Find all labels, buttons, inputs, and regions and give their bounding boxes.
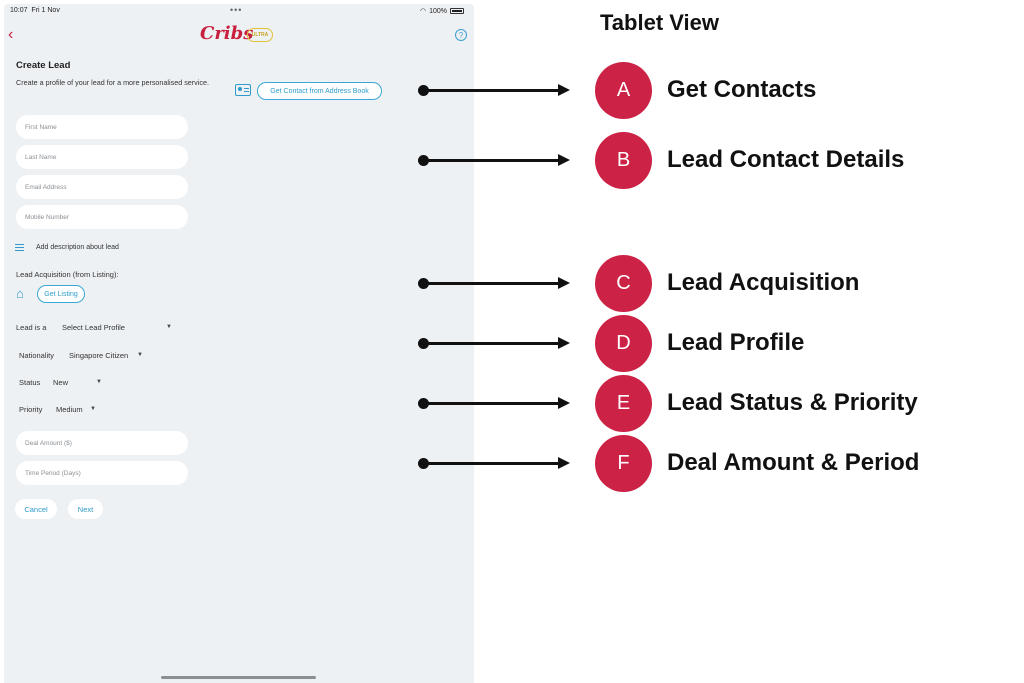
arrow-right-icon	[558, 397, 570, 409]
arrow-line	[424, 159, 560, 162]
page-title: Create Lead	[16, 60, 71, 71]
annotation-label: Lead Contact Details	[667, 146, 905, 173]
deal-amount-input[interactable]: Deal Amount ($)	[16, 431, 188, 455]
annotation-letter-circle: D	[595, 315, 652, 372]
battery-icon	[450, 8, 464, 14]
arrow-line	[424, 282, 560, 285]
lead-acquisition-label: Lead Acquisition (from Listing):	[16, 270, 119, 279]
annotation-b: B Lead Contact Details	[418, 132, 978, 189]
first-name-input[interactable]: First Name	[16, 115, 188, 139]
battery-percent: 100%	[429, 7, 447, 15]
arrow-right-icon	[558, 84, 570, 96]
arrow-line	[424, 342, 560, 345]
status-bar: 10:07 Fri 1 Nov ••• ◠ 100%	[4, 4, 474, 18]
description-lines-icon[interactable]	[15, 244, 24, 252]
multitask-dots-icon[interactable]: •••	[230, 5, 242, 15]
annotation-a: A Get Contacts	[418, 62, 978, 119]
mobile-input[interactable]: Mobile Number	[16, 205, 188, 229]
chevron-down-icon[interactable]: ▼	[166, 324, 172, 330]
annotation-c: C Lead Acquisition	[418, 255, 978, 312]
annotation-letter-circle: E	[595, 375, 652, 432]
address-book-icon[interactable]	[235, 84, 251, 96]
status-right: ◠ 100%	[420, 7, 464, 15]
nationality-select[interactable]: Singapore Citizen	[69, 351, 128, 360]
app-logo: Cribs	[200, 23, 254, 44]
annotation-label: Get Contacts	[667, 76, 817, 103]
annotation-letter-circle: C	[595, 255, 652, 312]
tablet-screen: 10:07 Fri 1 Nov ••• ◠ 100% ‹ Cribs ULTRA…	[4, 4, 474, 683]
email-input[interactable]: Email Address	[16, 175, 188, 199]
annotation-letter-circle: A	[595, 62, 652, 119]
status-time-text: 10:07	[10, 7, 28, 14]
help-icon[interactable]: ?	[455, 29, 467, 41]
chevron-down-icon[interactable]: ▼	[96, 379, 102, 385]
annotation-label: Lead Status & Priority	[667, 389, 918, 416]
chevron-down-icon[interactable]: ▼	[137, 352, 143, 358]
last-name-input[interactable]: Last Name	[16, 145, 188, 169]
house-icon: ⌂	[16, 286, 24, 301]
arrow-line	[424, 462, 560, 465]
status-label: Status	[19, 378, 41, 387]
tablet-view-heading: Tablet View	[600, 10, 720, 35]
arrow-right-icon	[558, 154, 570, 166]
annotation-d: D Lead Profile	[418, 315, 978, 372]
priority-label: Priority	[19, 405, 43, 414]
annotation-f: F Deal Amount & Period	[418, 435, 978, 492]
ultra-badge: ULTRA	[247, 28, 273, 42]
nationality-label: Nationality	[19, 351, 55, 360]
cancel-button[interactable]: Cancel	[15, 499, 57, 519]
chevron-down-icon[interactable]: ▼	[90, 406, 96, 412]
arrow-line	[424, 89, 560, 92]
next-button[interactable]: Next	[68, 499, 103, 519]
annotation-e: E Lead Status & Priority	[418, 375, 978, 432]
annotation-label: Lead Acquisition	[667, 269, 860, 296]
lead-profile-select[interactable]: Select Lead Profile	[62, 323, 125, 332]
arrow-right-icon	[558, 457, 570, 469]
get-listing-button[interactable]: Get Listing	[37, 285, 85, 303]
annotation-label: Deal Amount & Period	[667, 449, 920, 476]
annotation-letter-circle: F	[595, 435, 652, 492]
lead-is-label: Lead is a	[16, 323, 47, 332]
status-time: 10:07 Fri 1 Nov	[10, 7, 60, 14]
annotation-label: Lead Profile	[667, 329, 805, 356]
wifi-icon: ◠	[419, 8, 427, 15]
status-select[interactable]: New	[53, 378, 68, 387]
get-contact-button[interactable]: Get Contact from Address Book	[257, 82, 382, 100]
annotation-letter-circle: B	[595, 132, 652, 189]
time-period-input[interactable]: Time Period (Days)	[16, 461, 188, 485]
priority-select[interactable]: Medium	[56, 405, 83, 414]
status-date-text: Fri 1 Nov	[31, 7, 60, 14]
page-subtitle: Create a profile of your lead for a more…	[16, 78, 209, 87]
arrow-right-icon	[558, 337, 570, 349]
arrow-line	[424, 402, 560, 405]
back-chevron-icon[interactable]: ‹	[8, 26, 13, 44]
add-description-link[interactable]: Add description about lead	[36, 244, 119, 251]
home-indicator[interactable]	[161, 676, 316, 679]
arrow-right-icon	[558, 277, 570, 289]
